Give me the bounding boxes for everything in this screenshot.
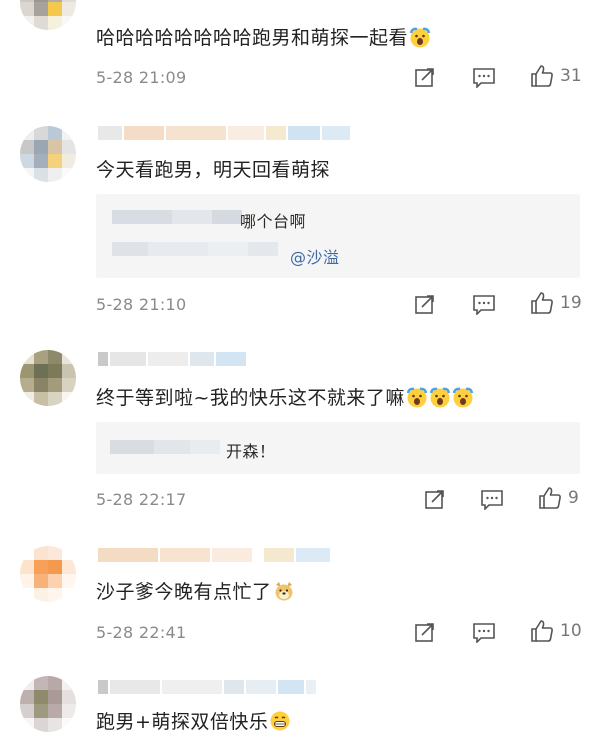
avatar[interactable] xyxy=(20,676,76,732)
share-button[interactable] xyxy=(414,66,436,88)
scream-face-icon xyxy=(429,387,451,408)
like-count: 10 xyxy=(560,621,582,641)
grin-face-icon xyxy=(270,711,290,731)
share-icon xyxy=(425,490,444,509)
share-icon xyxy=(415,295,434,314)
like-button[interactable]: 31 xyxy=(530,64,582,88)
reply-author-blurred xyxy=(112,242,278,256)
reply-author-blurred xyxy=(110,440,220,454)
avatar[interactable] xyxy=(20,350,76,406)
share-button[interactable] xyxy=(424,488,446,510)
comment-icon xyxy=(473,295,495,315)
reply-box[interactable]: 哪个台啊 @沙溢 xyxy=(96,194,580,278)
username-blurred xyxy=(98,548,330,562)
username-blurred xyxy=(98,352,246,366)
reply-text: 开森！ xyxy=(226,442,276,461)
comment-button[interactable] xyxy=(472,66,496,88)
scream-face-icon xyxy=(406,387,428,408)
comment-text: 终于等到啦~我的快乐这不就来了嘛 xyxy=(96,385,474,411)
like-count: 31 xyxy=(560,66,582,86)
like-icon xyxy=(539,487,561,509)
avatar[interactable] xyxy=(20,546,76,602)
comment-text: 哈哈哈哈哈哈哈哈跑男和萌探一起看 xyxy=(96,25,431,51)
username-blurred xyxy=(98,126,350,140)
doge-face-icon xyxy=(275,582,293,601)
avatar[interactable] xyxy=(20,126,76,182)
avatar[interactable] xyxy=(20,0,76,30)
comment-text: 跑男+萌探双倍快乐 xyxy=(96,709,291,735)
comment-button[interactable] xyxy=(472,621,496,643)
like-button[interactable]: 19 xyxy=(530,291,582,315)
like-icon xyxy=(531,292,553,314)
comment-button[interactable] xyxy=(480,488,504,510)
like-count: 19 xyxy=(560,293,582,313)
comment-date: 5-28 22:41 xyxy=(96,623,187,642)
share-icon xyxy=(415,68,434,87)
comment-icon xyxy=(481,490,503,510)
like-count: 9 xyxy=(568,488,579,508)
share-button[interactable] xyxy=(414,293,436,315)
reply-box[interactable]: 开森！ xyxy=(96,422,580,474)
comment-date: 5-28 21:10 xyxy=(96,295,187,314)
comment-icon xyxy=(473,68,495,88)
comment-date: 5-28 21:09 xyxy=(96,68,187,87)
like-icon xyxy=(531,65,553,87)
reply-text: 哪个台啊 xyxy=(240,212,307,231)
comment-text: 沙子爹今晚有点忙了 xyxy=(96,579,295,605)
like-button[interactable]: 9 xyxy=(538,486,579,510)
comment-icon xyxy=(473,623,495,643)
like-icon xyxy=(531,620,553,642)
share-button[interactable] xyxy=(414,621,436,643)
reply-author-blurred xyxy=(112,210,242,224)
username-blurred xyxy=(98,680,316,694)
like-button[interactable]: 10 xyxy=(530,619,582,643)
mention-link[interactable]: @沙溢 xyxy=(290,244,340,268)
comment-date: 5-28 22:17 xyxy=(96,490,187,509)
scream-face-icon xyxy=(409,27,431,48)
scream-face-icon xyxy=(452,387,474,408)
comment-button[interactable] xyxy=(472,293,496,315)
share-icon xyxy=(415,623,434,642)
comment-text: 今天看跑男，明天回看萌探 xyxy=(96,159,331,181)
